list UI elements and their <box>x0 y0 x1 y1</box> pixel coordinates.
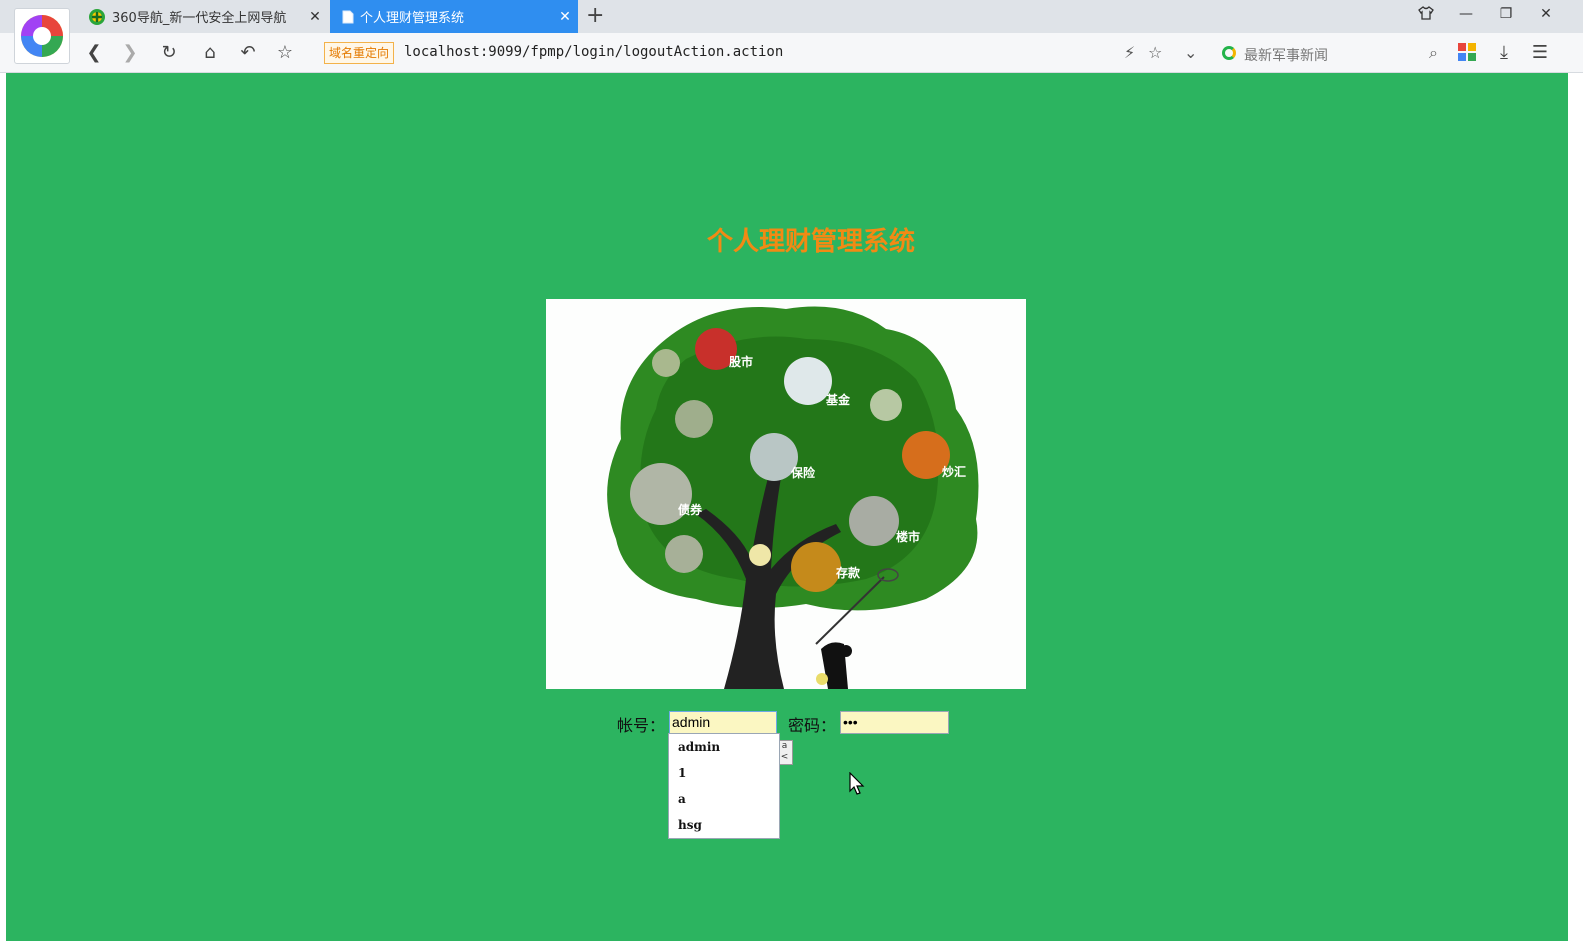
autocomplete-item[interactable]: hsg <box>669 812 779 838</box>
restore-button[interactable]: ❐ <box>1494 6 1518 22</box>
search-icon[interactable]: ⌕ <box>1429 43 1438 63</box>
autocomplete-item[interactable]: 1 <box>669 760 779 786</box>
redirect-badge: 域名重定向 <box>324 42 395 64</box>
home-icon[interactable]: ⌂ <box>198 42 222 64</box>
password-label: 密码： <box>788 716 837 735</box>
password-input[interactable]: ••• <box>840 711 949 734</box>
browser-logo[interactable] <box>14 8 70 64</box>
tab-title: 个人理财管理系统 <box>360 11 465 26</box>
username-input[interactable]: admin <box>669 711 777 734</box>
address-bar[interactable]: 域名重定向 localhost:9099/fpmp/login/logoutAc… <box>316 37 1206 69</box>
tree-label-deposit: 存款 <box>835 565 861 580</box>
search-placeholder: 最新军事新闻 <box>1244 48 1328 64</box>
download-icon[interactable]: ⤓ <box>1492 42 1516 64</box>
login-form: 帐号： admin 密码： ••• <box>0 707 1583 737</box>
tab-title: 360导航_新一代安全上网导航 <box>112 11 287 26</box>
favorite-star-icon[interactable]: ☆ <box>273 42 297 64</box>
minimize-button[interactable]: — <box>1454 6 1478 22</box>
bookmark-star-icon[interactable]: ☆ <box>1148 43 1162 62</box>
search-engine-icon <box>1222 46 1236 60</box>
close-icon[interactable]: ✕ <box>552 9 578 25</box>
undo-icon[interactable]: ↶ <box>236 42 260 64</box>
nav-bar: ❮ ❯ ↻ ⌂ ↶ ☆ 域名重定向 localhost:9099/fpmp/lo… <box>0 33 1583 73</box>
chevron-down-icon[interactable]: ⌄ <box>1184 43 1197 62</box>
username-label: 帐号： <box>617 716 666 735</box>
lightning-icon[interactable]: ⚡ <box>1124 43 1135 62</box>
tab-360-nav[interactable]: 360导航_新一代安全上网导航 ✕ <box>76 0 328 33</box>
tree-label-fund: 基金 <box>825 392 851 407</box>
tree-label-stock: 股市 <box>729 354 753 369</box>
360-logo-icon <box>89 8 105 25</box>
tab-finance-system[interactable]: 个人理财管理系统 ✕ <box>330 0 578 33</box>
url-text[interactable]: localhost:9099/fpmp/login/logoutAction.a… <box>404 44 783 60</box>
menu-icon[interactable]: ☰ <box>1528 42 1552 64</box>
tree-label-realestate: 楼市 <box>896 529 920 544</box>
autocomplete-item[interactable]: admin <box>669 734 779 760</box>
back-icon[interactable]: ❮ <box>82 42 106 64</box>
window-close-button[interactable]: ✕ <box>1534 6 1558 22</box>
page-icon <box>342 10 354 23</box>
money-tree-illustration: 股市 基金 保险 炒汇 债券 楼市 存款 <box>607 306 979 689</box>
username-autocomplete: admin 1 a hsg <box>668 733 780 839</box>
browser-logo-icon <box>21 15 63 57</box>
search-box[interactable]: 最新军事新闻 ⌕ <box>1216 37 1444 69</box>
close-icon[interactable]: ✕ <box>302 9 328 25</box>
money-tree-image: 股市 基金 保险 炒汇 债券 楼市 存款 <box>546 299 1026 689</box>
reload-icon[interactable]: ↻ <box>157 42 181 64</box>
skin-icon[interactable] <box>1414 6 1438 24</box>
forward-icon[interactable]: ❯ <box>118 42 142 64</box>
page-title: 个人理财管理系统 <box>706 227 915 257</box>
autocomplete-item[interactable]: a <box>669 786 779 812</box>
tree-label-forex: 炒汇 <box>942 465 966 479</box>
apps-icon[interactable] <box>1458 43 1476 61</box>
new-tab-button[interactable]: + <box>586 4 604 28</box>
tree-label-insurance: 保险 <box>790 465 816 480</box>
tree-label-bond: 债券 <box>678 502 703 517</box>
page-viewport: 个人理财管理系统 股市 基金 保险 炒汇 债券 楼市 存款 <box>6 73 1568 941</box>
tab-bar: 360导航_新一代安全上网导航 ✕ 个人理财管理系统 ✕ + — ❐ ✕ <box>0 0 1583 33</box>
mouse-cursor-icon <box>849 772 865 795</box>
